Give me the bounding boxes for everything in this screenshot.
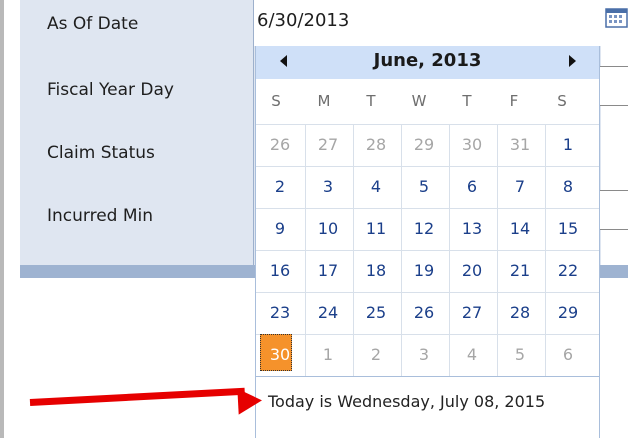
triangle-right-icon[interactable] [569, 55, 576, 67]
as-of-date-label: As Of Date [47, 14, 139, 34]
calendar-footer: Today is Wednesday, July 08, 2015 [256, 376, 599, 439]
grid-col-line [449, 124, 450, 376]
calendar-day[interactable]: 14 [503, 210, 537, 248]
calendar-day[interactable]: 4 [359, 168, 393, 206]
date-picker-popup: June, 2013 SMTWTFS 26 27 28 29 30 31 1 2 3 4 5 6 7 8 9… [255, 46, 600, 439]
calendar-day[interactable]: 26 [407, 294, 441, 332]
calendar-day[interactable]: 29 [551, 294, 585, 332]
calendar-day[interactable]: 2 [263, 168, 297, 206]
claim-status-label: Claim Status [47, 143, 155, 163]
grid-col-line [305, 124, 306, 376]
calendar-day[interactable]: 8 [551, 168, 585, 206]
red-arrow-icon [29, 387, 245, 406]
calendar-day[interactable]: 5 [407, 168, 441, 206]
calendar-day[interactable]: 29 [407, 126, 441, 164]
calendar-day[interactable]: 27 [455, 294, 489, 332]
weekday-label: T [462, 92, 472, 110]
grid-col-line [545, 124, 546, 376]
calendar-day[interactable]: 19 [407, 252, 441, 290]
incurred-min-label: Incurred Min [47, 206, 154, 226]
calendar-day[interactable]: 5 [503, 336, 537, 374]
calendar-day[interactable]: 1 [551, 126, 585, 164]
weekday-label: F [509, 92, 519, 110]
incurred-min-field[interactable] [598, 190, 628, 230]
weekday-label: S [271, 92, 281, 110]
weekday-label: S [557, 92, 567, 110]
calendar-day[interactable]: 16 [263, 252, 297, 290]
calendar-day[interactable]: 27 [311, 126, 345, 164]
grid-col-line [353, 124, 354, 376]
calendar-header: June, 2013 [256, 46, 599, 79]
calendar-day[interactable]: 7 [503, 168, 537, 206]
selected-day[interactable]: 30 [263, 336, 297, 374]
calendar-day[interactable]: 12 [407, 210, 441, 248]
as-of-date-input[interactable]: 6/30/2013 [257, 6, 597, 36]
fiscal-year-day-field[interactable] [598, 66, 628, 106]
calendar-day[interactable]: 23 [263, 294, 297, 332]
weekday-header-row: SMTWTFS [256, 86, 599, 116]
fiscal-year-day-label: Fiscal Year Day [47, 80, 174, 100]
calendar-day[interactable]: 3 [407, 336, 441, 374]
grid-col-line [401, 124, 402, 376]
today-link[interactable]: Today is Wednesday, July 08, 2015 [268, 392, 588, 412]
weekday-label: W [411, 92, 427, 110]
calendar-day[interactable]: 6 [551, 336, 585, 374]
calendar-icon[interactable] [605, 8, 628, 28]
calendar-day[interactable]: 24 [311, 294, 345, 332]
calendar-day[interactable]: 26 [263, 126, 297, 164]
calendar-day[interactable]: 25 [359, 294, 393, 332]
calendar-day[interactable]: 31 [503, 126, 537, 164]
calendar-day[interactable]: 17 [311, 252, 345, 290]
calendar-day[interactable]: 3 [311, 168, 345, 206]
grid-row-line [256, 334, 599, 335]
calendar-day[interactable]: 18 [359, 252, 393, 290]
calendar-day[interactable]: 21 [503, 252, 537, 290]
calendar-day[interactable]: 20 [455, 252, 489, 290]
calendar-day[interactable]: 2 [359, 336, 393, 374]
red-arrow-head-icon [237, 387, 263, 415]
calendar-day[interactable]: 10 [311, 210, 345, 248]
grid-col-line [497, 124, 498, 376]
calendar-day[interactable]: 30 [455, 126, 489, 164]
calendar-day[interactable]: 22 [551, 252, 585, 290]
calendar-day[interactable]: 28 [359, 126, 393, 164]
calendar-day[interactable]: 6 [455, 168, 489, 206]
calendar-day[interactable]: 9 [263, 210, 297, 248]
calendar-day[interactable]: 4 [455, 336, 489, 374]
grid-row-line [256, 292, 599, 293]
calendar-month-title[interactable]: June, 2013 [256, 50, 599, 71]
grid-row-line [256, 166, 599, 167]
weekday-label: T [366, 92, 376, 110]
weekday-label: M [317, 92, 331, 110]
calendar-day[interactable]: 13 [455, 210, 489, 248]
window-left-border [0, 0, 4, 438]
grid-row-line [256, 250, 599, 251]
calendar-day[interactable]: 1 [311, 336, 345, 374]
calendar-day[interactable]: 28 [503, 294, 537, 332]
calendar-day[interactable]: 15 [551, 210, 585, 248]
calendar-day[interactable]: 11 [359, 210, 393, 248]
grid-row-line [256, 208, 599, 209]
grid-row-line [256, 124, 599, 125]
